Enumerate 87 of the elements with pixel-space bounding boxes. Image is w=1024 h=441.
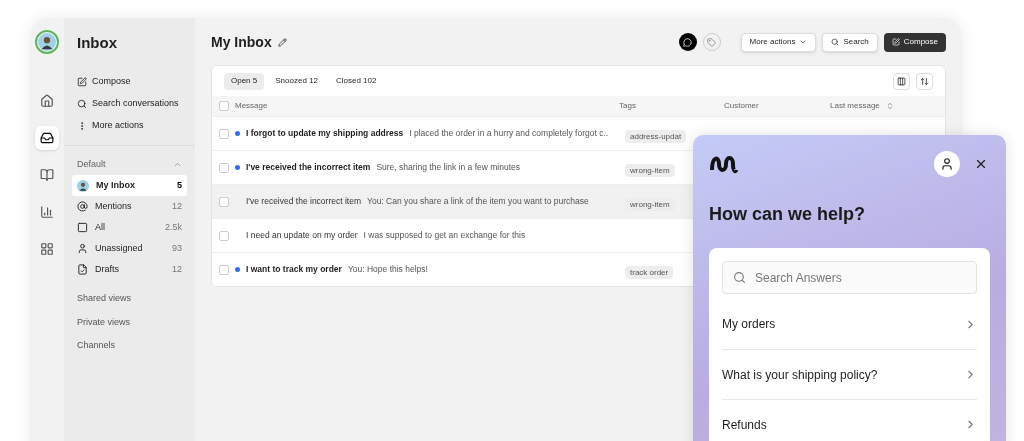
user-avatar[interactable] — [35, 30, 59, 54]
message-subject: I want to track my order — [246, 263, 342, 276]
chart-icon — [40, 205, 54, 219]
chat-icon[interactable] — [678, 33, 697, 51]
sort-icon — [920, 76, 929, 86]
compose-icon — [891, 38, 900, 46]
message-subject: I've received the incorrect item — [246, 161, 371, 174]
search-icon — [77, 98, 87, 109]
search-icon — [733, 271, 746, 284]
column-header: Customer — [724, 100, 759, 112]
message-subject: I need an update on my order — [246, 229, 358, 242]
group-label[interactable]: Shared views — [77, 292, 182, 306]
sidebar-item[interactable]: All 2.5k — [72, 217, 187, 238]
message-preview: You: Can you share a link of the item you want to purchase — [367, 195, 589, 208]
tag-chip: track order — [625, 265, 674, 279]
tag-chip: wrong-item — [625, 163, 675, 177]
at-icon — [77, 201, 88, 212]
group-label[interactable]: Private views — [77, 315, 182, 329]
apps-icon — [40, 242, 54, 256]
item-label: Drafts — [95, 262, 119, 276]
home-icon — [40, 94, 54, 108]
message-preview: Sure, sharing the link in a few minutes — [376, 161, 521, 174]
sidebar-action[interactable]: Search conversations — [72, 92, 187, 115]
edit-icon — [277, 37, 287, 47]
sidebar-action[interactable]: More actions — [72, 114, 187, 137]
status-tab[interactable]: Open 5 — [224, 72, 265, 90]
group-label[interactable]: Channels — [77, 339, 182, 353]
column-header: Message — [235, 100, 268, 112]
item-label: Unassigned — [95, 241, 143, 255]
answer-link[interactable]: Refunds — [722, 399, 977, 441]
user-icon — [77, 243, 88, 254]
draft-icon — [77, 264, 88, 275]
column-header: Tags — [619, 100, 636, 112]
section-label: Default — [77, 157, 106, 171]
rail-button[interactable] — [35, 126, 59, 150]
sort-button[interactable] — [916, 72, 933, 90]
item-count: 2.5k — [165, 220, 182, 234]
sort-icon — [885, 102, 894, 110]
tag-chip: wrong-item — [625, 197, 675, 211]
avatar-icon — [38, 33, 56, 51]
sidebar-item[interactable]: My Inbox 5 — [72, 175, 187, 196]
avatar-icon — [77, 179, 89, 192]
item-count: 93 — [172, 241, 182, 255]
item-label: Mentions — [95, 199, 132, 213]
status-tab[interactable]: Snoozed 12 — [268, 72, 325, 90]
book-icon — [40, 168, 54, 182]
row-checkbox[interactable] — [219, 230, 229, 241]
sidebar-item[interactable]: Mentions 12 — [72, 196, 187, 217]
item-label: My Inbox — [96, 178, 135, 192]
status-tab[interactable]: Closed 102 — [328, 72, 384, 90]
sidebar-action[interactable]: Compose — [72, 70, 187, 93]
sidebar-title: Inbox — [76, 33, 118, 53]
row-checkbox[interactable] — [219, 128, 229, 139]
sidebar-item[interactable]: Drafts 12 — [72, 259, 187, 280]
column-header: Last message — [830, 100, 880, 112]
row-checkbox[interactable] — [219, 162, 229, 173]
caret-icon — [799, 38, 808, 46]
compose-icon — [77, 76, 87, 87]
message-subject: I've received the incorrect item — [246, 195, 361, 208]
search-field[interactable]: Search Answers — [722, 261, 977, 294]
header-button[interactable]: Compose — [883, 32, 946, 52]
answer-link[interactable]: My orders — [722, 299, 977, 349]
columns-icon — [897, 76, 906, 86]
item-count: 12 — [172, 262, 182, 276]
answer-link[interactable]: What is your shipping policy? — [722, 349, 977, 399]
message-preview: You: Hope this helps! — [347, 263, 428, 276]
page-title: My Inbox — [211, 32, 272, 52]
header-button[interactable]: Search — [822, 32, 878, 52]
logo-icon — [709, 154, 739, 174]
search-icon — [831, 38, 840, 46]
message-preview: I placed the order in a hurry and completely forgot c.. — [409, 127, 609, 140]
item-label: All — [95, 220, 105, 234]
item-count: 12 — [172, 199, 182, 213]
columns-button[interactable] — [893, 72, 910, 90]
select-all-checkbox[interactable] — [219, 101, 229, 111]
row-checkbox[interactable] — [219, 196, 229, 207]
item-count: 5 — [177, 178, 182, 192]
inbox-icon — [40, 131, 54, 145]
message-preview: I was supposed to get an exchange for this — [363, 229, 526, 242]
tag-chip: address-updat — [625, 129, 687, 143]
close-icon[interactable] — [974, 157, 988, 171]
profile-icon[interactable] — [934, 151, 960, 177]
header-button[interactable]: More actions — [740, 32, 817, 52]
message-subject: I forgot to update my shipping address — [246, 127, 404, 140]
tray-icon — [77, 222, 88, 233]
row-checkbox[interactable] — [219, 264, 229, 275]
sidebar-item[interactable]: Unassigned 93 — [72, 238, 187, 259]
